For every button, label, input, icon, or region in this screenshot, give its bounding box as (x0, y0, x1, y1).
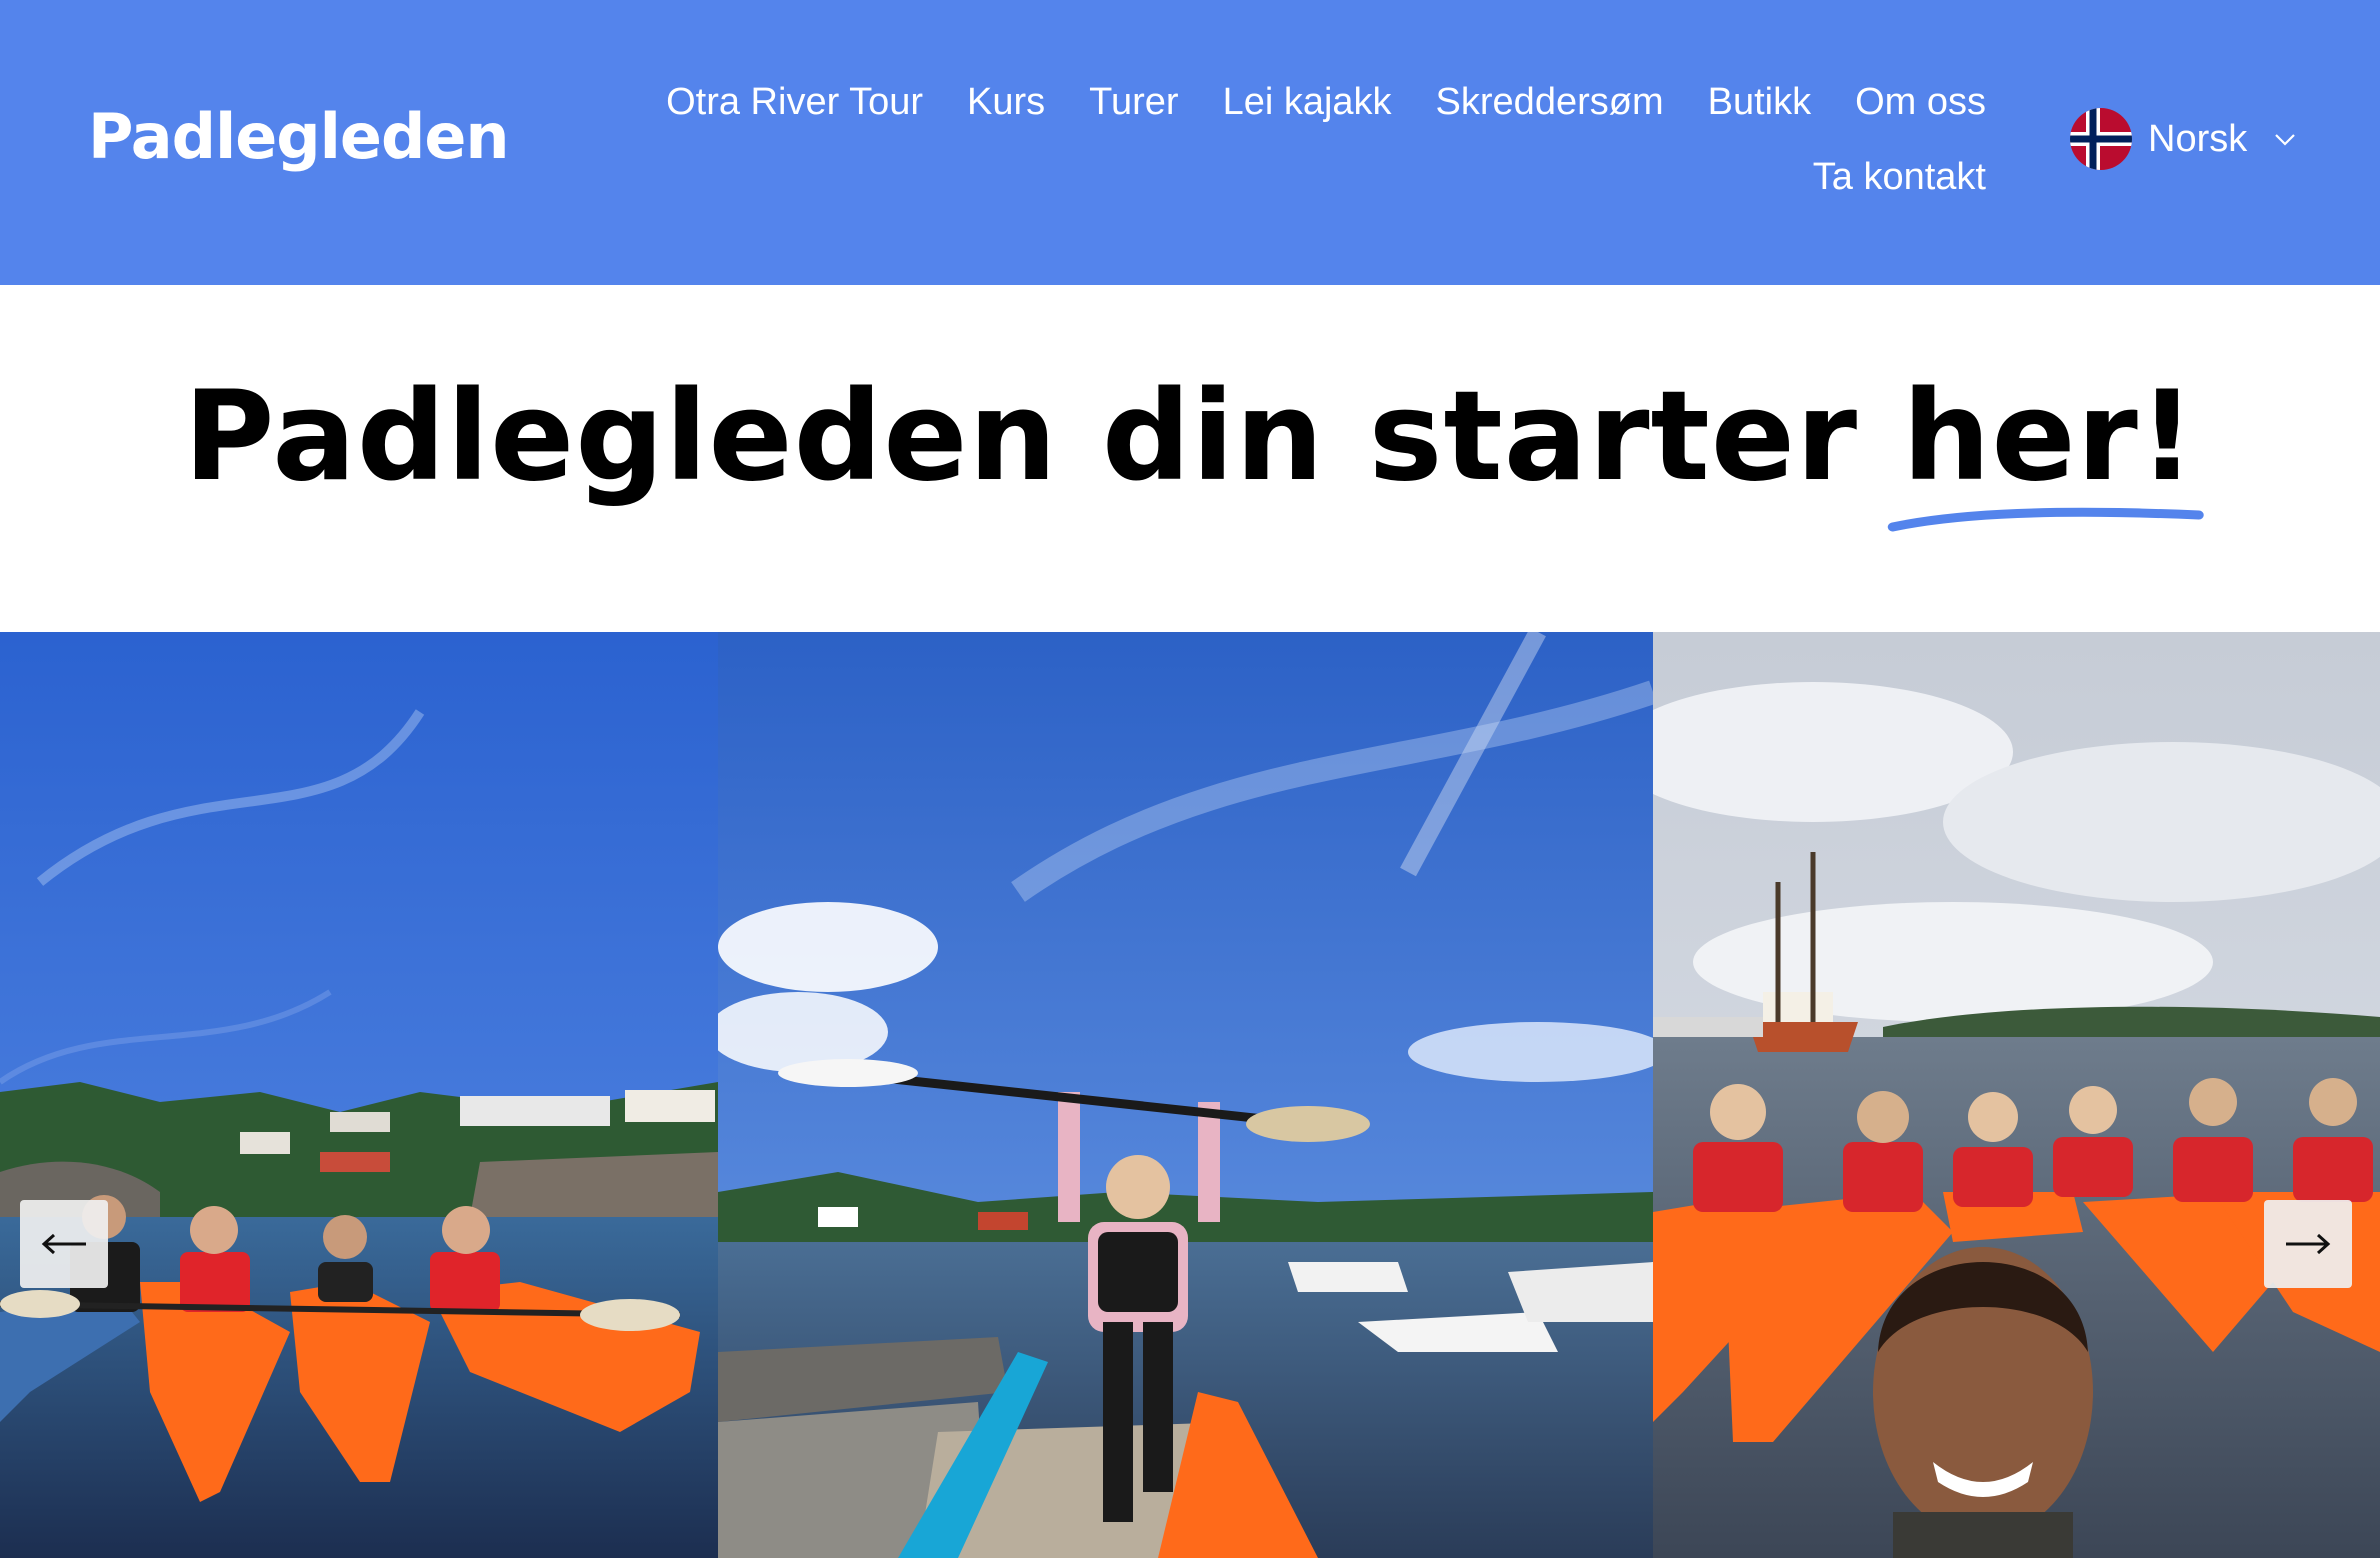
nav-item-otra-river-tour[interactable]: Otra River Tour (666, 78, 923, 126)
hand-drawn-underline (1888, 507, 2204, 532)
language-label: Norsk (2148, 117, 2248, 160)
nav-item-turer[interactable]: Turer (1089, 78, 1178, 126)
carousel-slide-1[interactable] (0, 632, 718, 1558)
carousel-slide-2[interactable] (718, 632, 1653, 1558)
language-selector[interactable]: Norsk (2070, 108, 2297, 170)
arrow-left-icon (41, 1233, 86, 1255)
chevron-down-icon (2275, 134, 2296, 146)
carousel-prev-button[interactable] (20, 1200, 108, 1288)
paddle-raised-photo (718, 632, 1653, 1558)
site-logo[interactable]: Padlegleden (88, 100, 510, 173)
nav-item-skreddersom[interactable]: Skreddersøm (1436, 78, 1664, 126)
hero-title-highlight-text: her! (1902, 365, 2197, 509)
main-nav-row-2: Ta kontakt (640, 153, 1986, 201)
kayak-group-photo-1 (0, 632, 718, 1558)
nav-item-lei-kajakk[interactable]: Lei kajakk (1223, 78, 1392, 126)
hero-title: Padlegleden din starter her! (0, 365, 2380, 532)
carousel-slide-3[interactable] (1653, 632, 2380, 1558)
site-header: Padlegleden Otra River Tour Kurs Turer L… (0, 0, 2380, 285)
photo-carousel (0, 632, 2380, 1558)
hero-title-highlight: her! (1888, 365, 2204, 532)
kayak-group-photo-2 (1653, 632, 2380, 1558)
hero-title-main: Padlegleden din starter (183, 365, 1903, 509)
arrow-right-icon (2286, 1233, 2331, 1255)
main-nav: Otra River Tour Kurs Turer Lei kajakk Sk… (640, 78, 1986, 126)
nav-item-kurs[interactable]: Kurs (967, 78, 1045, 126)
nav-item-butikk[interactable]: Butikk (1708, 78, 1811, 126)
norway-flag-icon (2070, 108, 2132, 170)
carousel-next-button[interactable] (2264, 1200, 2352, 1288)
nav-item-om-oss[interactable]: Om oss (1855, 78, 1986, 126)
nav-item-ta-kontakt[interactable]: Ta kontakt (1813, 153, 1986, 201)
